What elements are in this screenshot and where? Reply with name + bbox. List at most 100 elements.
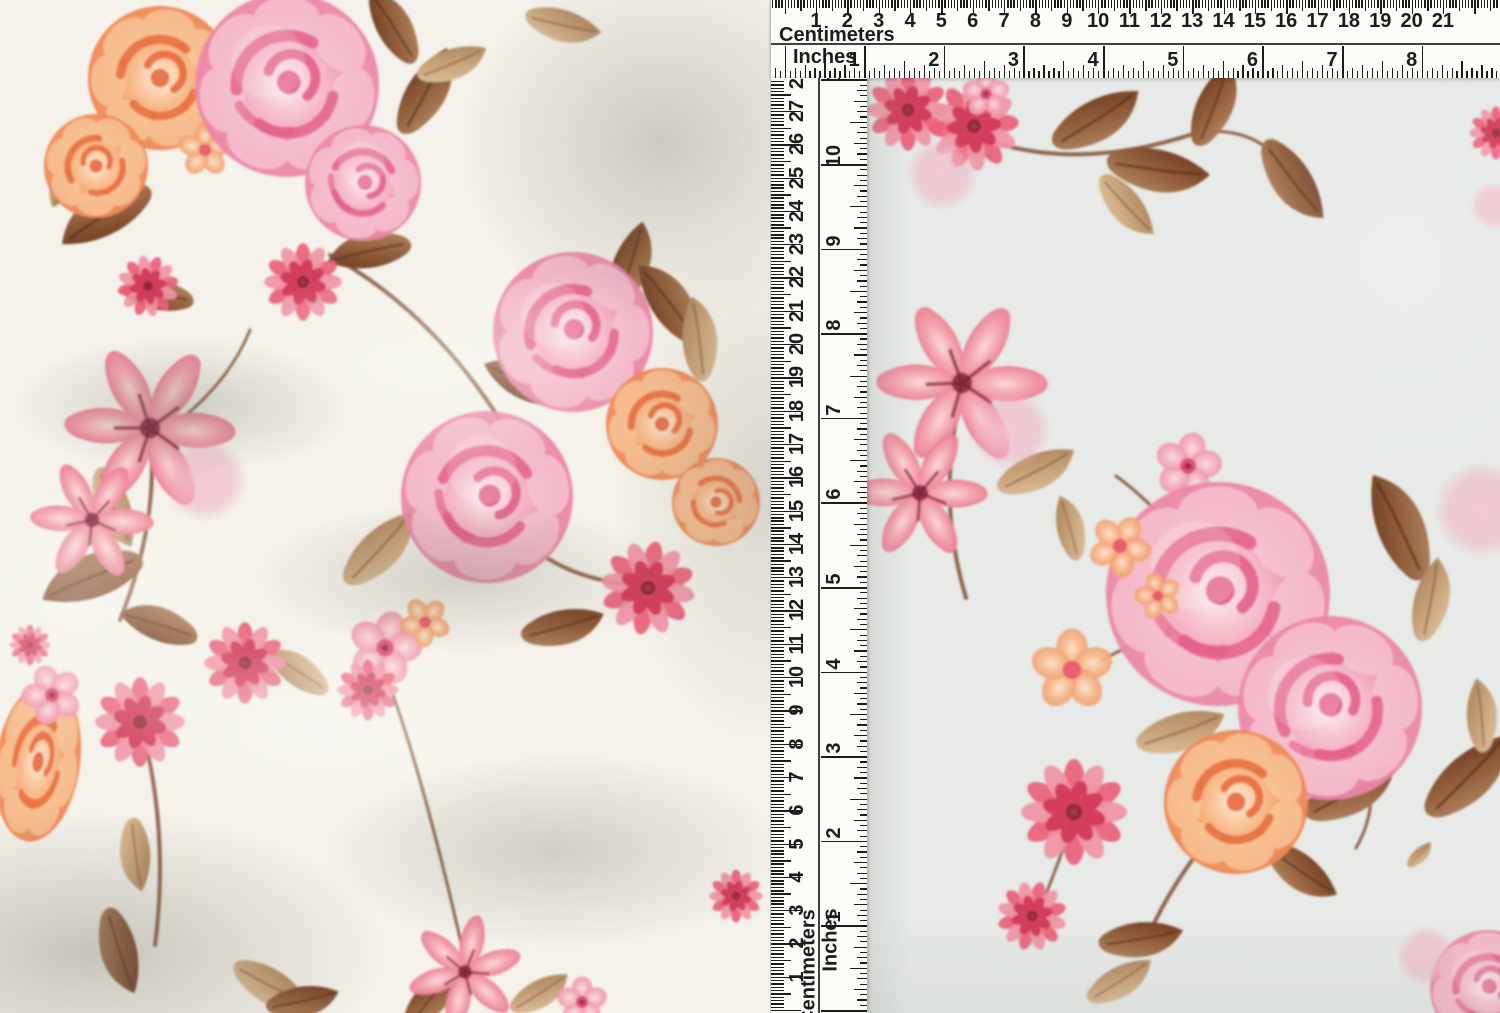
ruler-tick [923,0,924,8]
ruler-tick [1434,0,1435,8]
ruler-tick [857,767,867,768]
ruler-tick [771,171,784,172]
ruler-tick [1101,0,1102,8]
ruler-tick [889,71,890,78]
ruler-tick [860,465,867,466]
mum-flower-print [709,869,762,922]
ruler-tick [1459,0,1460,11]
ruler-tick [1128,71,1129,78]
ruler-tick [1048,71,1049,78]
ruler-tick [860,677,867,678]
ruler-tick [1252,0,1253,8]
cm-mark-13: 13 [787,566,807,588]
ruler-tick [771,217,784,218]
ruler-tick [1245,0,1246,8]
ruler-tick [860,539,867,540]
ruler-tick [850,545,867,546]
ruler-tick [860,360,867,361]
ruler-tick [860,487,867,488]
ruler-tick [860,761,867,762]
ruler-tick [771,457,784,458]
ruler-tick [1461,61,1462,78]
ruler-tick [857,280,867,281]
ruler-tick [907,0,908,8]
ruler-tick [771,297,784,298]
ruler-tick [1230,0,1231,8]
cm-mark-8: 8 [787,738,807,749]
ruler-tick [860,804,867,805]
ruler-tick [850,122,867,123]
ruler-tick [771,257,784,258]
ruler-tick [850,376,867,377]
ruler-tick [771,181,784,182]
ruler-tick [1143,61,1144,78]
tan-leaf-print [1081,948,1159,1013]
ruler-tick [876,0,877,8]
ruler-tick [860,751,867,752]
ruler-tick [771,973,784,974]
ruler-tick [860,836,867,837]
inch-mark-3: 3 [1008,50,1019,70]
ruler-tick [854,185,867,186]
inch-mark-8: 8 [1406,50,1417,70]
ruler-tick [897,0,898,8]
ruler-tick [1287,71,1288,78]
ruler-tick [979,71,980,78]
ruler-tick [771,767,784,768]
ruler-tick [854,862,867,863]
ruler-tick [1307,71,1308,78]
ruler-tick [771,237,784,238]
ruler-tick [1145,0,1146,11]
ruler-tick [849,71,850,78]
ruler-tick [1189,0,1190,8]
ruler-tick [771,734,784,735]
ruler-tick [1430,0,1431,8]
petal-blob-print [1470,182,1500,230]
ruler-tick [771,747,784,748]
cm-mark-22: 22 [787,266,807,288]
ruler-tick [860,1005,867,1006]
inch-mark-4: 4 [824,658,844,669]
ruler-tick [1053,68,1054,78]
ruler-tick [775,68,776,78]
ruler-tick [771,254,784,255]
ruler-tick [1456,71,1457,78]
ruler-tick [1402,0,1403,8]
ruler-tick [860,476,867,477]
ruler-tick [959,71,960,78]
ruler-tick [1452,68,1453,78]
ruler-tick [854,439,867,440]
ruler-tick [885,0,886,8]
ruler-tick [771,867,784,868]
ruler-tick [1407,71,1408,78]
cm-mark-17: 17 [1306,11,1328,31]
vertical-ruler-centimeters-label: Centimeters [798,909,821,1013]
ruler-tick [772,0,773,8]
cm-mark-16: 16 [787,466,807,488]
ruler-tick [1086,0,1087,8]
ruler-tick [1039,0,1040,8]
draped-fabric-floral-print [0,0,770,1013]
ruler-tick [1136,0,1137,8]
ruler-tick [1158,0,1159,8]
ruler-tick [771,530,784,531]
ruler-tick [1123,65,1124,78]
ruler-tick [771,824,784,825]
ruler-tick [771,354,784,355]
ruler-tick [1054,0,1055,8]
ruler-tick [771,484,784,485]
ruler-tick [924,65,925,78]
ruler-tick [771,191,784,192]
cm-mark-18: 18 [787,399,807,421]
ruler-tick [1208,0,1209,11]
ruler-tick [857,450,867,451]
ruler-tick [1111,0,1112,8]
ruler-scale-divider [818,78,820,1013]
ruler-tick [1346,0,1347,8]
ruler-tick [771,214,784,215]
ruler-tick [771,337,784,338]
ruler-tick [771,634,784,635]
ruler-tick [821,418,867,420]
ruler-tick [1427,71,1428,78]
ruler-tick [860,138,867,139]
